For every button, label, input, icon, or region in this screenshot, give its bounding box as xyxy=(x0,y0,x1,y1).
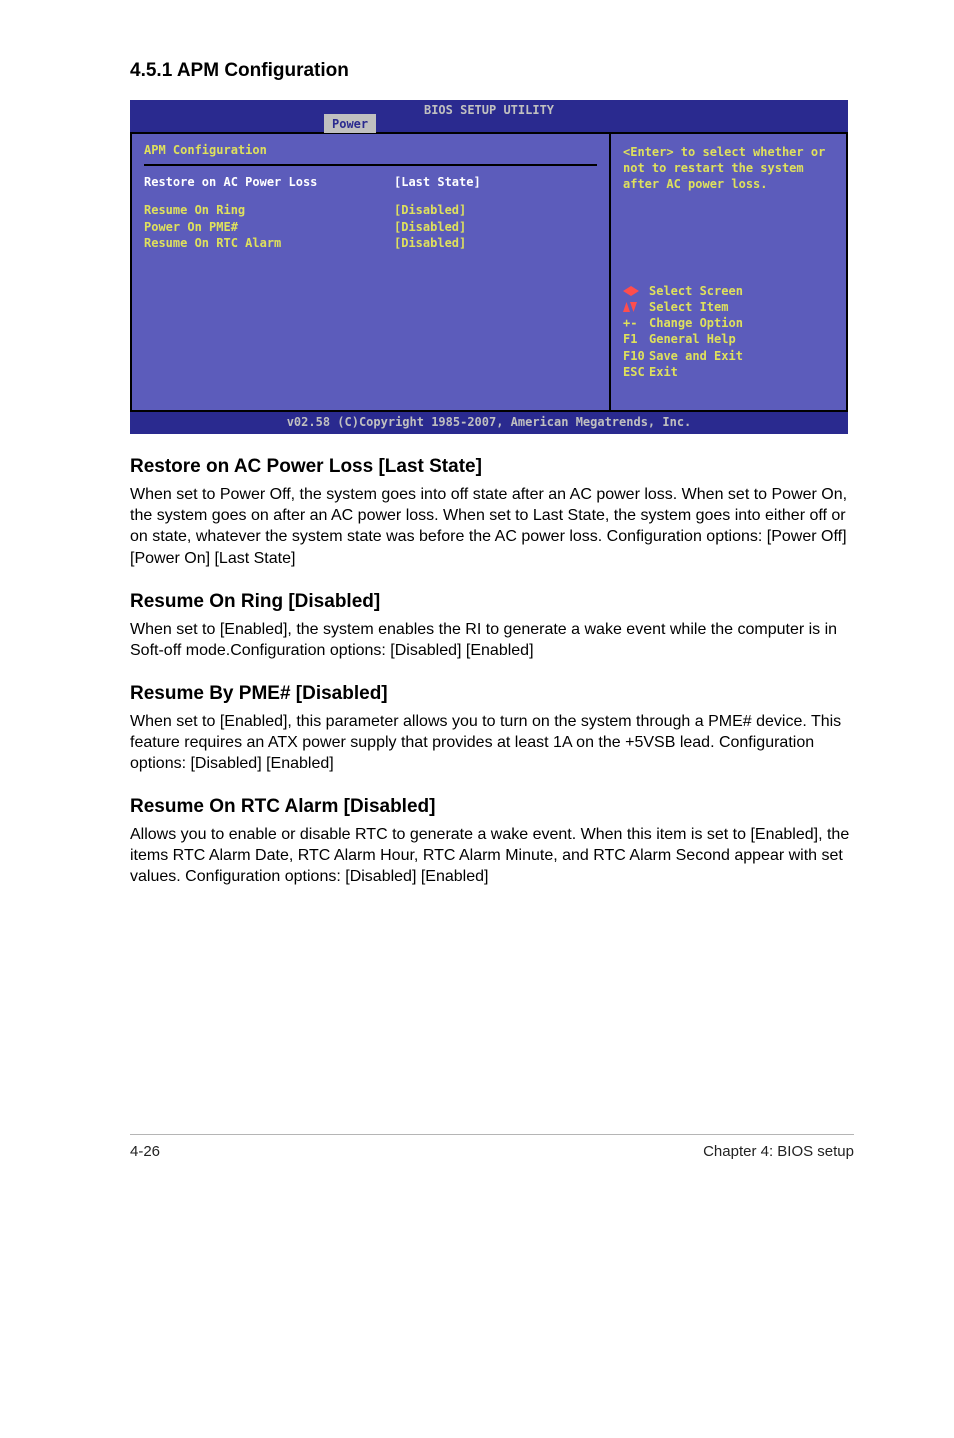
nav-key-esc: ESC xyxy=(623,364,649,380)
nav-select-item: Select Item xyxy=(649,299,728,315)
paragraph-restore-ac: When set to Power Off, the system goes i… xyxy=(130,484,854,568)
heading-resume-pme: Resume By PME# [Disabled] xyxy=(130,683,854,705)
nav-key-f10: F10 xyxy=(623,348,649,364)
bios-item-value: [Disabled] xyxy=(394,202,466,218)
paragraph-resume-ring: When set to [Enabled], the system enable… xyxy=(130,619,854,661)
arrow-up-down-icon xyxy=(623,302,649,312)
bios-item-value: [Disabled] xyxy=(394,219,466,235)
bios-item-label: Resume On Ring xyxy=(144,202,394,218)
bios-item-label: Power On PME# xyxy=(144,219,394,235)
bios-item-resume-ring: Resume On Ring [Disabled] xyxy=(144,202,597,218)
nav-key-f1: F1 xyxy=(623,331,649,347)
nav-change-option: Change Option xyxy=(649,315,743,331)
heading-resume-ring: Resume On Ring [Disabled] xyxy=(130,591,854,613)
paragraph-resume-rtc: Allows you to enable or disable RTC to g… xyxy=(130,824,854,887)
nav-select-screen: Select Screen xyxy=(649,283,743,299)
bios-item-label: Restore on AC Power Loss xyxy=(144,174,394,190)
bios-screenshot: BIOS SETUP UTILITY Power APM Configurati… xyxy=(130,100,848,434)
bios-help-text: <Enter> to select whether or not to rest… xyxy=(623,144,834,193)
bios-item-power-pme: Power On PME# [Disabled] xyxy=(144,219,597,235)
bios-tab-power: Power xyxy=(324,114,376,133)
bios-right-panel: <Enter> to select whether or not to rest… xyxy=(610,132,848,412)
section-title: 4.5.1 APM Configuration xyxy=(130,60,854,82)
bios-divider xyxy=(144,164,597,166)
bios-item-resume-rtc: Resume On RTC Alarm [Disabled] xyxy=(144,235,597,251)
heading-restore-ac: Restore on AC Power Loss [Last State] xyxy=(130,456,854,478)
chapter-label: Chapter 4: BIOS setup xyxy=(703,1143,854,1160)
page-footer: 4-26 Chapter 4: BIOS setup xyxy=(130,1134,854,1160)
bios-left-panel: APM Configuration Restore on AC Power Lo… xyxy=(130,132,610,412)
bios-panel-title: APM Configuration xyxy=(144,142,597,158)
bios-header: BIOS SETUP UTILITY Power xyxy=(130,100,848,132)
bios-item-restore-ac: Restore on AC Power Loss [Last State] xyxy=(144,174,597,190)
bios-item-label: Resume On RTC Alarm xyxy=(144,235,394,251)
nav-key-plusminus: +- xyxy=(623,315,649,331)
bios-nav-hints: Select Screen Select Item +- C xyxy=(623,283,834,380)
bios-footer: v02.58 (C)Copyright 1985-2007, American … xyxy=(130,412,848,434)
bios-item-value: [Last State] xyxy=(394,174,481,190)
nav-save-exit: Save and Exit xyxy=(649,348,743,364)
paragraph-resume-pme: When set to [Enabled], this parameter al… xyxy=(130,711,854,774)
bios-item-value: [Disabled] xyxy=(394,235,466,251)
bios-header-title: BIOS SETUP UTILITY xyxy=(130,102,848,118)
nav-exit: Exit xyxy=(649,364,678,380)
nav-general-help: General Help xyxy=(649,331,736,347)
heading-resume-rtc: Resume On RTC Alarm [Disabled] xyxy=(130,796,854,818)
arrow-left-right-icon xyxy=(623,286,649,296)
page-number: 4-26 xyxy=(130,1143,160,1160)
